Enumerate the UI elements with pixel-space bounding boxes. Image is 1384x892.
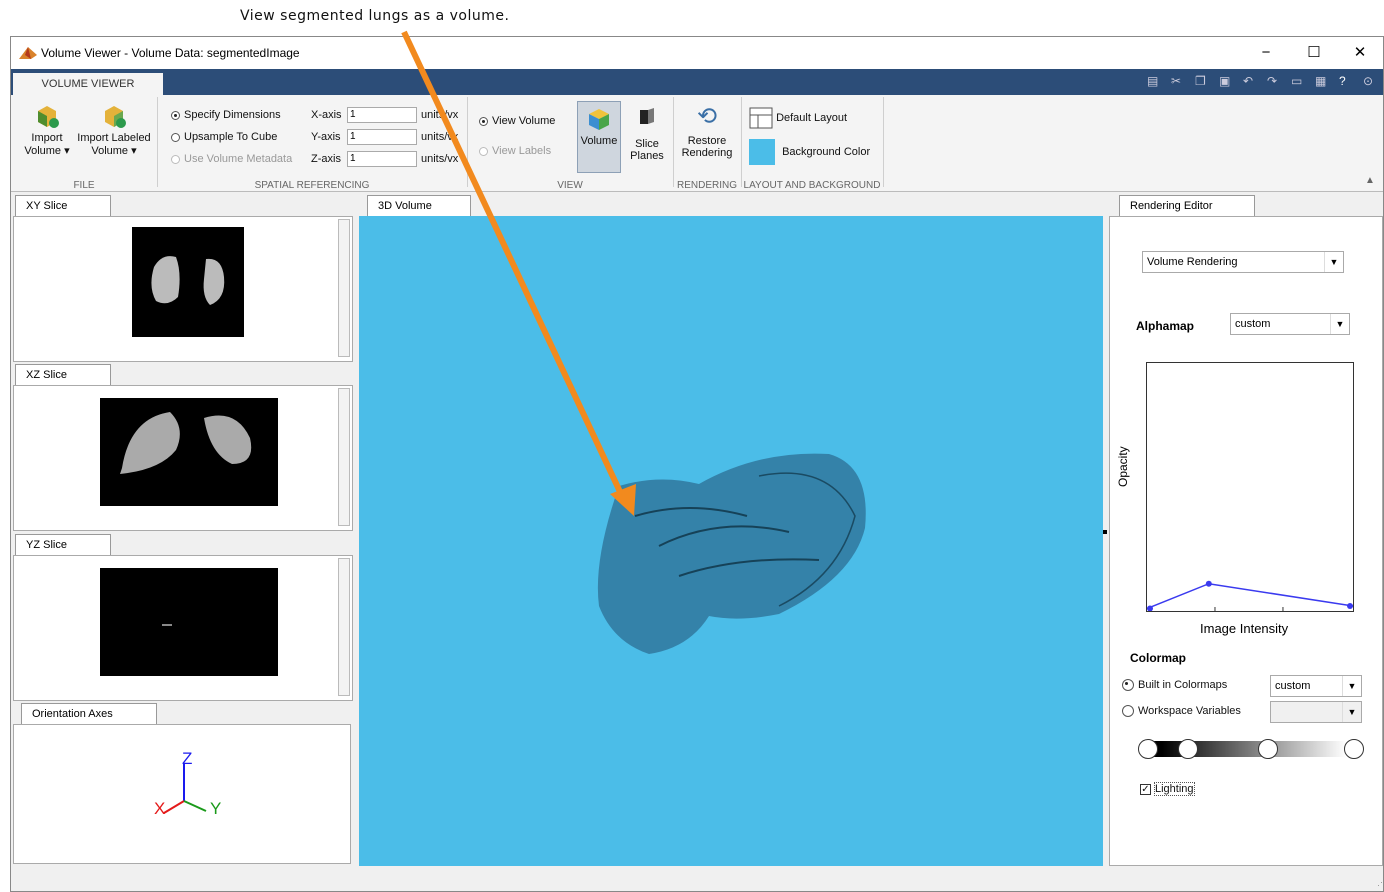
annotation-arrow	[401, 30, 636, 516]
